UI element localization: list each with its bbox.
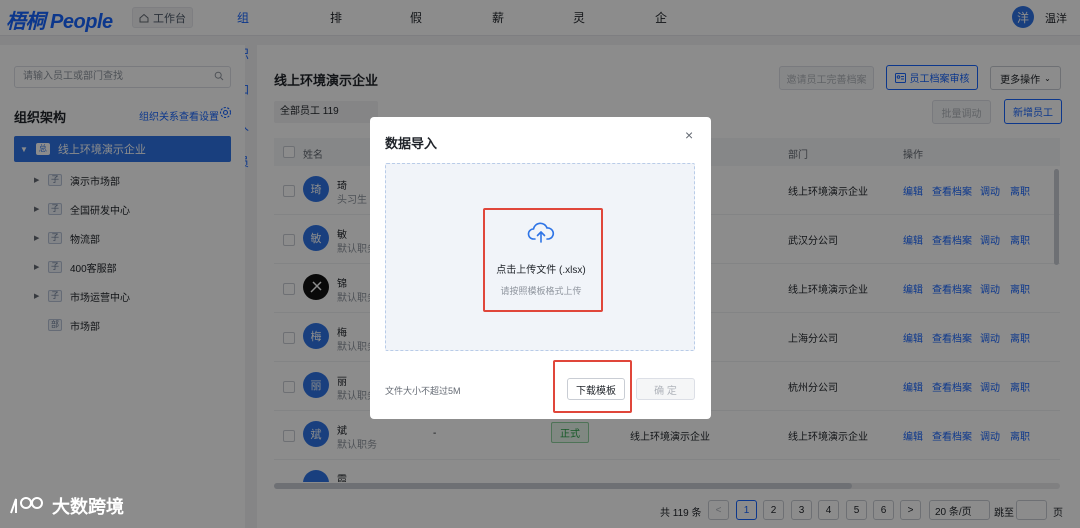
highlight-box-download [553,360,632,413]
import-dialog: 数据导入 × 点击上传文件 (.xlsx) 请按照模板格式上传 文件大小不超过5… [370,117,711,419]
close-icon[interactable]: × [685,127,693,143]
confirm-button[interactable]: 确 定 [636,378,695,400]
watermark-text: 大数跨境 [52,497,124,517]
watermark: 大数跨境 [8,493,124,519]
highlight-box-upload [483,208,603,312]
file-size-note: 文件大小不超过5M [385,386,461,396]
watermark-logo-icon [10,497,43,514]
dialog-title: 数据导入 [385,136,438,151]
